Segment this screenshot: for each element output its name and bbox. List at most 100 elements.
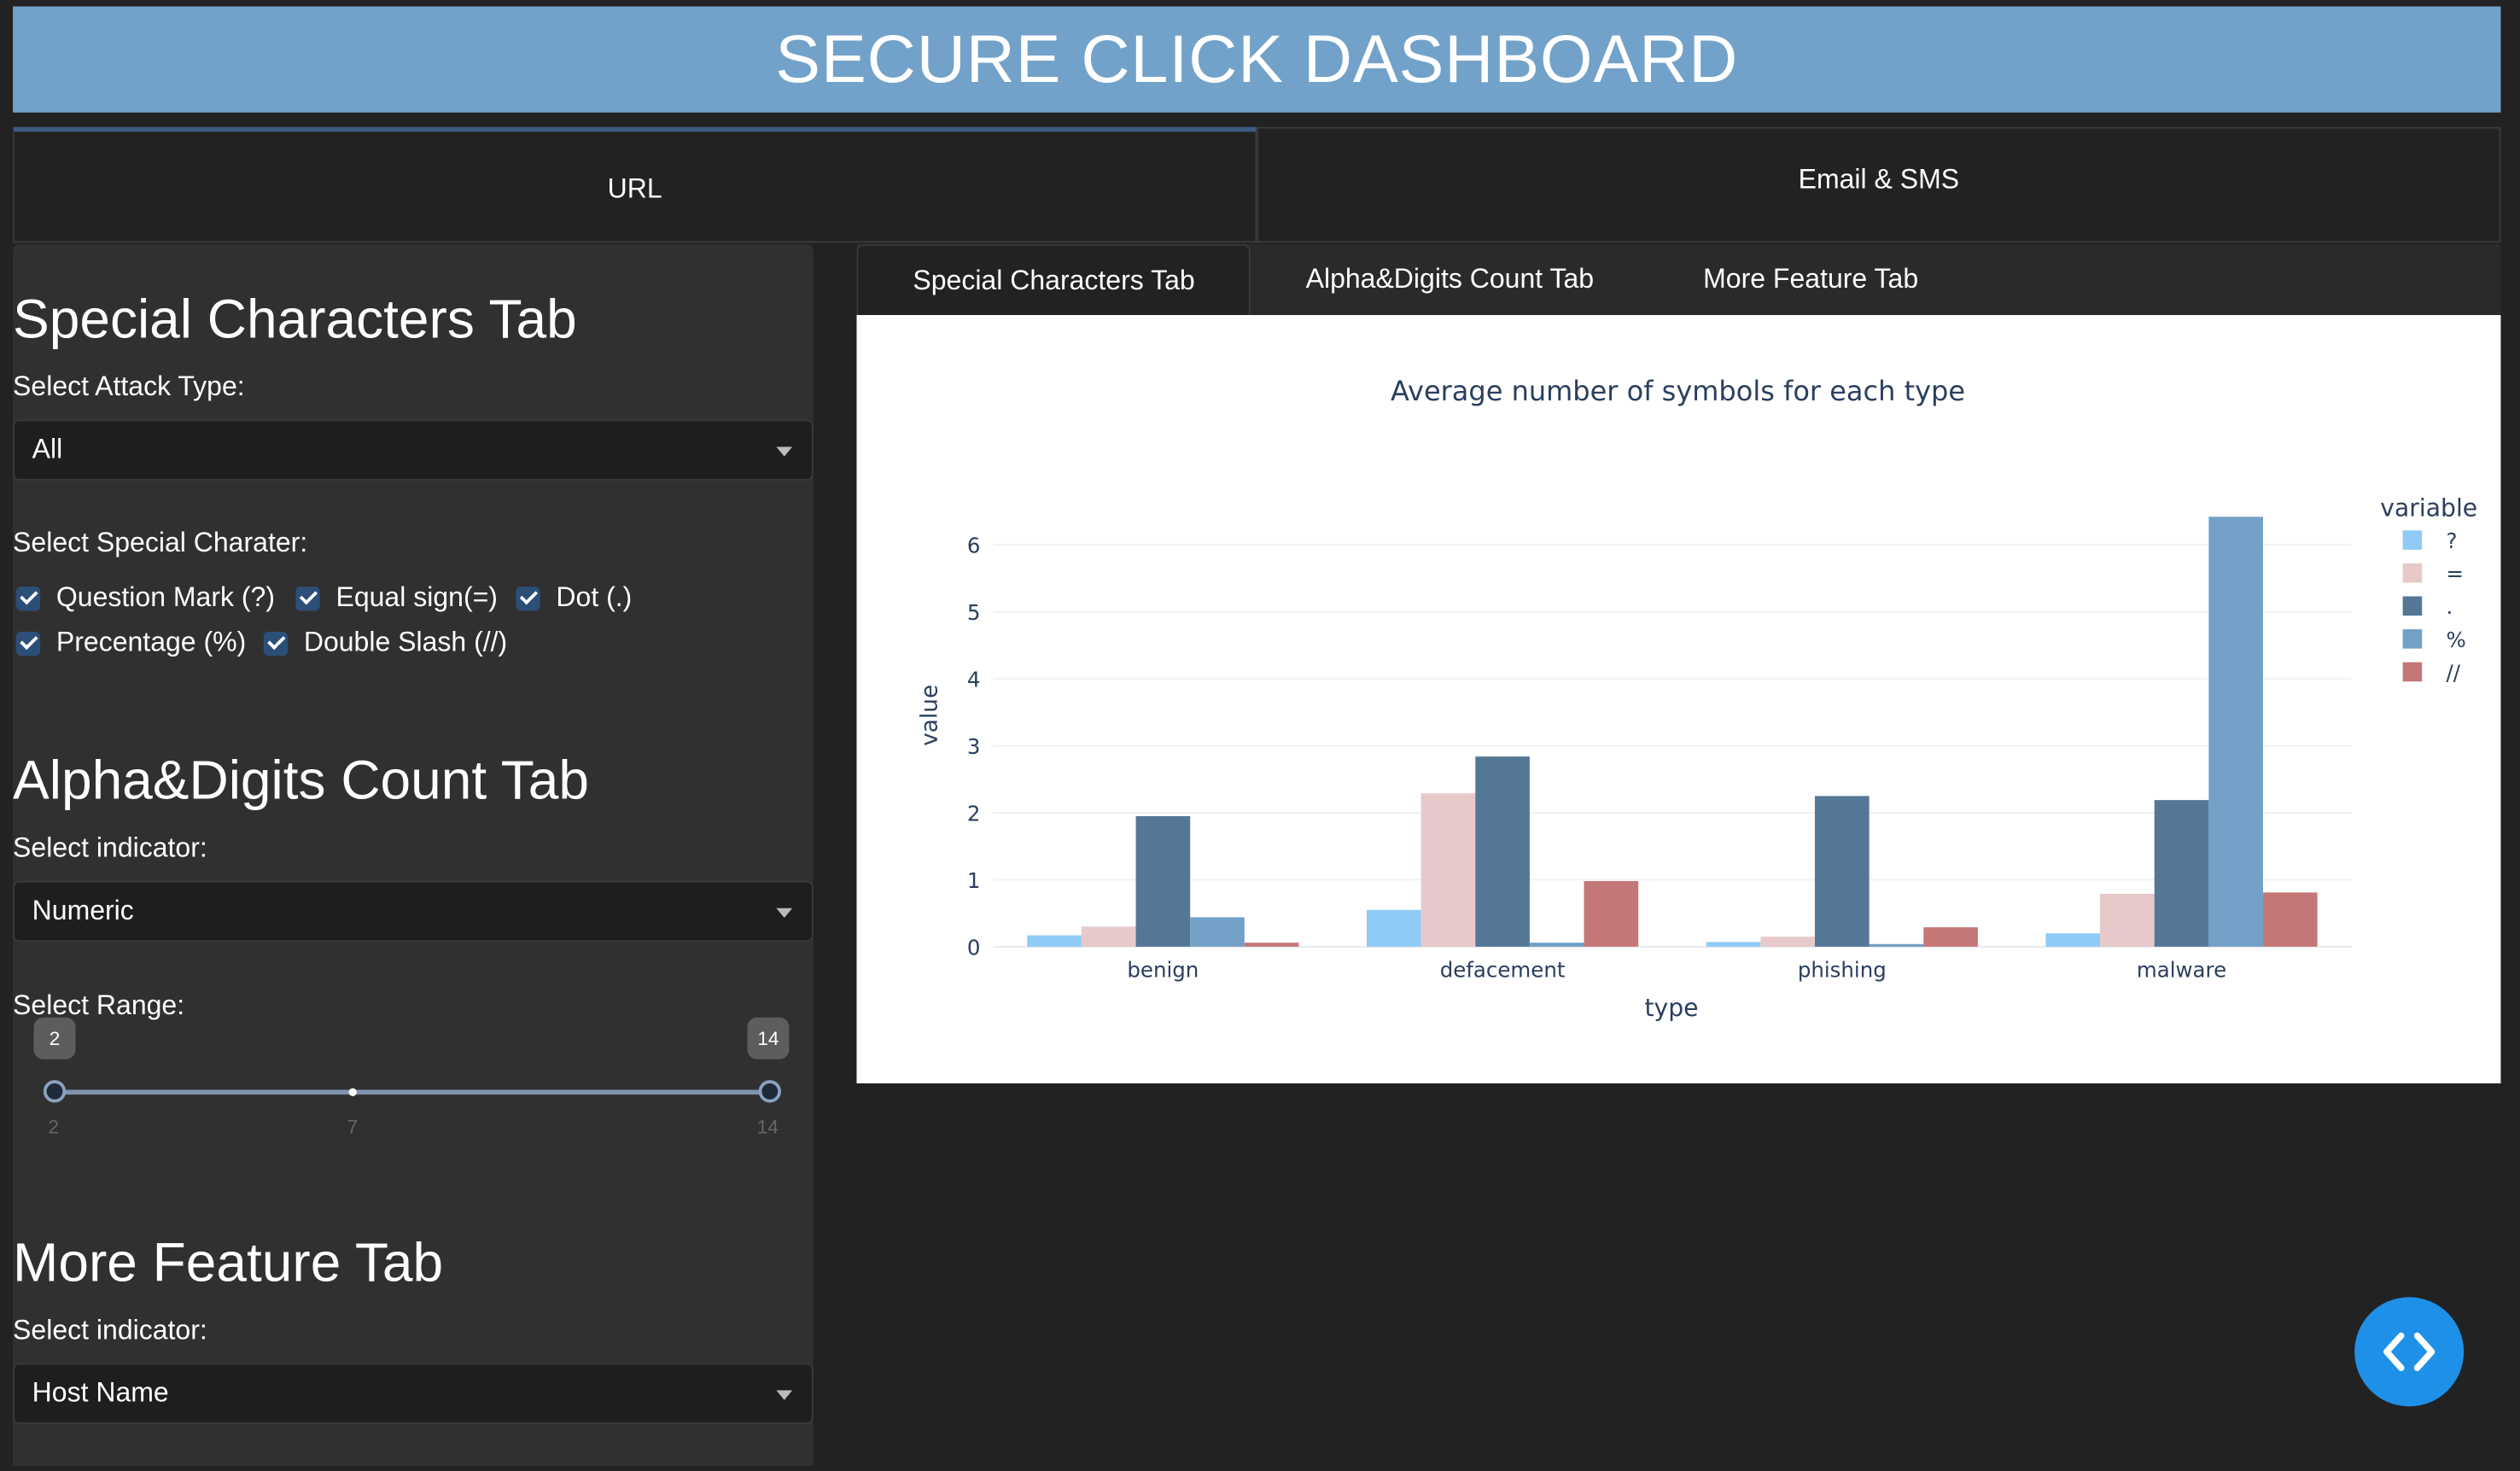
special-section-title: Special Characters Tab [13,289,577,351]
range-low-handle[interactable] [43,1080,67,1103]
y-tick-label: 0 [967,935,981,960]
more-indicator-dropdown[interactable]: Host Name [13,1363,814,1425]
checkbox-question-mark[interactable]: Question Mark (?) [15,581,276,615]
checkbox-label: Dot (.) [556,581,633,613]
checkbox-checked-icon [263,630,289,656]
x-tick-label: benign [1127,958,1199,983]
range-tick-label: 14 [756,1115,779,1138]
range-slider-track[interactable] [55,1089,772,1095]
header-bar: SECURE CLICK DASHBOARD [13,6,2501,113]
special-char-label: Select Special Charater: [13,527,308,558]
checkbox-checked-icon [516,586,540,610]
bar-malware-0[interactable] [2045,933,2101,947]
checkbox-dot[interactable]: Dot (.) [516,582,632,615]
checkbox-label: Equal sign(=) [335,581,498,613]
alpha-indicator-label: Select indicator: [13,832,207,864]
chart-tabs: Special Characters Tab Alpha&Digits Coun… [856,244,2501,316]
x-tick-label: phishing [1798,958,1887,983]
checkbox-label: Double Slash (//) [303,627,508,658]
attack-type-value: All [32,434,63,465]
code-toggle-button[interactable] [2354,1297,2465,1407]
bar-malware-2[interactable] [2154,800,2209,947]
legend-swatch[interactable] [2402,530,2423,550]
bar-phishing-1[interactable] [1760,937,1815,947]
bar-benign-1[interactable] [1081,926,1136,947]
x-tick-label: defacement [1440,958,1566,983]
tab-more-feature[interactable]: More Feature Tab [1648,244,1973,315]
tab-label: More Feature Tab [1703,263,1919,295]
bar-benign-0[interactable] [1027,935,1082,947]
legend-label[interactable]: // [2446,660,2460,685]
range-tick-label: 2 [48,1115,60,1138]
bar-defacement-0[interactable] [1367,909,1421,947]
y-tick-label: 1 [967,868,981,893]
more-indicator-label: Select indicator: [13,1315,207,1345]
range-high-handle[interactable] [758,1080,781,1103]
chart-area: Average number of symbols for each type … [856,315,2501,1083]
y-tick-label: 5 [967,600,981,625]
code-icon [2383,1332,2435,1371]
range-midpoint-dot [348,1088,357,1097]
tab-email-sms-label: Email & SMS [1798,164,1960,195]
bar-phishing-4[interactable] [1923,927,1978,947]
chevron-down-icon [776,447,793,457]
bar-defacement-1[interactable] [1420,793,1476,947]
range-high-tooltip: 14 [747,1017,790,1059]
checkbox-label: Precentage (%) [55,627,247,658]
chart-panel: Special Characters Tab Alpha&Digits Coun… [856,244,2501,1083]
bar-phishing-0[interactable] [1706,942,1761,947]
bar-defacement-2[interactable] [1475,756,1530,947]
legend-label[interactable]: = [2446,562,2464,587]
tab-label: Special Characters Tab [913,264,1195,295]
tab-label: Alpha&Digits Count Tab [1305,263,1595,295]
attack-type-label: Select Attack Type: [13,371,245,402]
legend-label[interactable]: ? [2446,528,2457,553]
bar-benign-3[interactable] [1190,917,1245,947]
bar-malware-3[interactable] [2208,517,2263,947]
alpha-indicator-dropdown[interactable]: Numeric [13,880,814,943]
checkbox-percentage[interactable]: Precentage (%) [15,627,247,659]
alpha-indicator-value: Numeric [32,895,134,926]
alpha-section-title: Alpha&Digits Count Tab [13,750,589,812]
y-axis-label: value [918,685,943,746]
bar-phishing-2[interactable] [1814,796,1870,947]
legend-swatch[interactable] [2402,563,2423,583]
tab-special-characters[interactable]: Special Characters Tab [856,244,1251,316]
x-axis-label: type [1644,994,1698,1022]
bar-malware-4[interactable] [2262,892,2318,947]
range-tick-label: 7 [347,1115,359,1138]
main-tabs: URL Email & SMS [13,126,2501,243]
tab-url-label: URL [607,173,662,205]
checkbox-equal-sign[interactable]: Equal sign(=) [295,582,498,615]
checkbox-double-slash[interactable]: Double Slash (//) [263,627,508,659]
legend-swatch[interactable] [2402,629,2423,649]
checkbox-checked-icon [15,586,41,610]
legend-swatch[interactable] [2402,662,2423,682]
checkbox-checked-icon [295,586,320,610]
range-low-tooltip: 2 [33,1017,76,1059]
more-section-title: More Feature Tab [13,1233,444,1294]
bar-defacement-3[interactable] [1529,943,1584,947]
bar-defacement-4[interactable] [1584,881,1639,947]
bar-malware-1[interactable] [2100,893,2155,947]
y-tick-label: 6 [967,534,981,558]
tab-email-sms[interactable]: Email & SMS [1257,126,2501,243]
legend-label[interactable]: . [2446,594,2453,619]
attack-type-dropdown[interactable]: All [13,419,814,481]
bar-phishing-3[interactable] [1869,943,1924,947]
chevron-down-icon [776,908,793,919]
legend-swatch[interactable] [2402,596,2423,616]
y-tick-label: 4 [967,668,981,692]
x-tick-label: malware [2137,958,2226,983]
legend-label[interactable]: % [2446,628,2465,652]
chart-title: Average number of symbols for each type [1391,375,1965,407]
dashboard: SECURE CLICK DASHBOARD URL Email & SMS S… [0,0,2520,1471]
legend-title: variable [2380,493,2477,522]
checkbox-label: Question Mark (?) [55,581,276,613]
checkbox-checked-icon [15,630,41,656]
more-indicator-value: Host Name [32,1377,169,1409]
tab-alpha-digits[interactable]: Alpha&Digits Count Tab [1251,244,1648,315]
bar-benign-4[interactable] [1244,943,1299,947]
tab-url[interactable]: URL [13,126,1257,243]
bar-benign-2[interactable] [1135,815,1191,947]
